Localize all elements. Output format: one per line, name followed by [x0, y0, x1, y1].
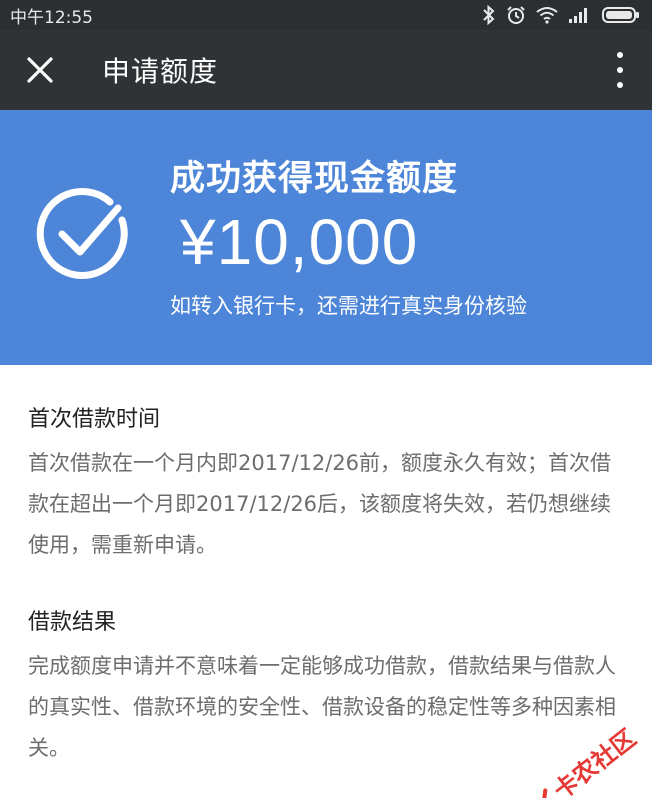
credit-amount: ¥10,000 [180, 206, 419, 278]
info-content: 首次借款时间 首次借款在一个月内即2017/12/26前，额度永久有效；首次借款… [28, 405, 628, 769]
section-body: 完成额度申请并不意味着一定能够成功借款，借款结果与借款人的真实性、借款环境的安全… [28, 654, 616, 760]
status-bar: 中午12:55 [0, 0, 652, 30]
section-title: 首次借款时间 [28, 407, 161, 432]
banner-note: 如转入银行卡，还需进行真实身份核验 [170, 294, 527, 318]
bluetooth-icon [483, 5, 495, 25]
section-title: 借款结果 [28, 610, 117, 635]
close-button[interactable] [0, 30, 80, 110]
banner-heading: 成功获得现金额度 [170, 159, 459, 199]
signal-icon [569, 8, 587, 23]
more-menu-button[interactable] [608, 48, 632, 92]
more-vertical-icon [617, 52, 623, 58]
section-body: 首次借款在一个月内即2017/12/26前，额度永久有效；首次借款在超出一个月即… [28, 451, 612, 557]
alarm-icon [507, 6, 525, 24]
section-loan-result: 借款结果 完成额度申请并不意味着一定能够成功借款，借款结果与借款人的真实性、借款… [28, 608, 628, 769]
check-circle-icon [36, 188, 128, 279]
section-first-loan-time: 首次借款时间 首次借款在一个月内即2017/12/26前，额度永久有效；首次借款… [28, 405, 628, 566]
app-bar: 申请额度 [0, 30, 652, 110]
close-icon [27, 57, 53, 83]
wifi-icon [536, 7, 558, 24]
status-icons [482, 5, 640, 25]
status-time: 中午12:55 [10, 7, 93, 28]
page-title: 申请额度 [102, 55, 219, 88]
credit-success-banner: 成功获得现金额度 ¥10,000 如转入银行卡，还需进行真实身份核验 [0, 110, 652, 365]
battery-icon [602, 7, 639, 23]
